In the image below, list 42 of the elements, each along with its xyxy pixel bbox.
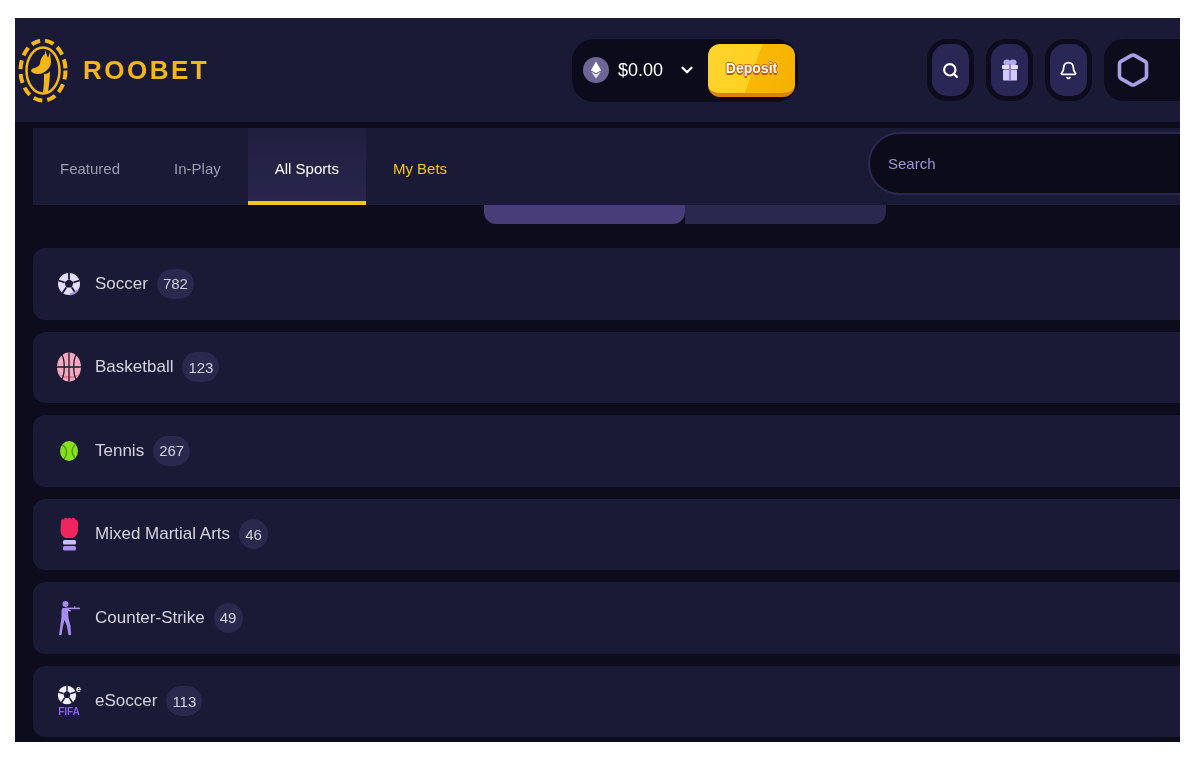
esports-mark: e xyxy=(76,685,81,695)
search-icon xyxy=(942,61,959,79)
event-count: 46 xyxy=(239,519,269,550)
event-count: 267 xyxy=(153,435,191,466)
sports-tab[interactable]: All Sports xyxy=(247,128,366,205)
brand-logo-icon xyxy=(18,37,68,103)
event-count: 113 xyxy=(166,686,203,717)
event-count: 782 xyxy=(156,268,194,299)
boxing-glove-icon xyxy=(59,516,79,553)
sport-row[interactable]: Tennis 267 xyxy=(33,415,1180,487)
search-button[interactable] xyxy=(927,39,974,101)
sports-tab[interactable]: In-Play xyxy=(147,128,248,205)
sport-row[interactable]: e FIFA eSoccer 113 xyxy=(33,665,1180,737)
ethereum-icon xyxy=(582,57,609,83)
soccer-ball-icon xyxy=(57,685,77,706)
sports-tab[interactable]: Featured xyxy=(33,128,148,205)
brand-name: ROOBET xyxy=(83,54,210,86)
basketball-icon xyxy=(57,352,81,383)
gift-button[interactable] xyxy=(986,39,1033,101)
bell-icon xyxy=(1059,60,1078,80)
sports-tab[interactable]: My Bets xyxy=(365,128,475,205)
soccer-ball-icon xyxy=(57,270,81,297)
sport-name: Tennis xyxy=(95,440,145,461)
sport-name: Mixed Martial Arts xyxy=(95,524,231,545)
sport-name: Basketball xyxy=(95,357,174,378)
soldier-with-rifle-icon xyxy=(58,599,80,636)
sport-row[interactable]: Counter-Strike 49 xyxy=(33,582,1180,654)
logo-caption: FIFA xyxy=(58,706,80,718)
sport-row[interactable]: Basketball 123 xyxy=(33,331,1180,403)
event-count: 123 xyxy=(182,352,220,383)
hexagon-icon xyxy=(1115,52,1151,88)
sport-name: eSoccer xyxy=(95,691,158,712)
sport-row[interactable]: Mixed Martial Arts 46 xyxy=(33,498,1180,570)
tennis-ball-icon xyxy=(60,440,78,461)
search-field[interactable]: Search xyxy=(868,132,1180,195)
sport-name: Soccer xyxy=(95,273,148,294)
gift-icon xyxy=(1000,59,1019,81)
sport-name: Counter-Strike xyxy=(95,607,205,628)
event-count: 49 xyxy=(213,602,243,633)
sport-row[interactable]: Soccer 782 xyxy=(33,248,1180,320)
notifications-button[interactable] xyxy=(1045,39,1092,101)
balance-amount: $0.00 xyxy=(617,59,663,81)
